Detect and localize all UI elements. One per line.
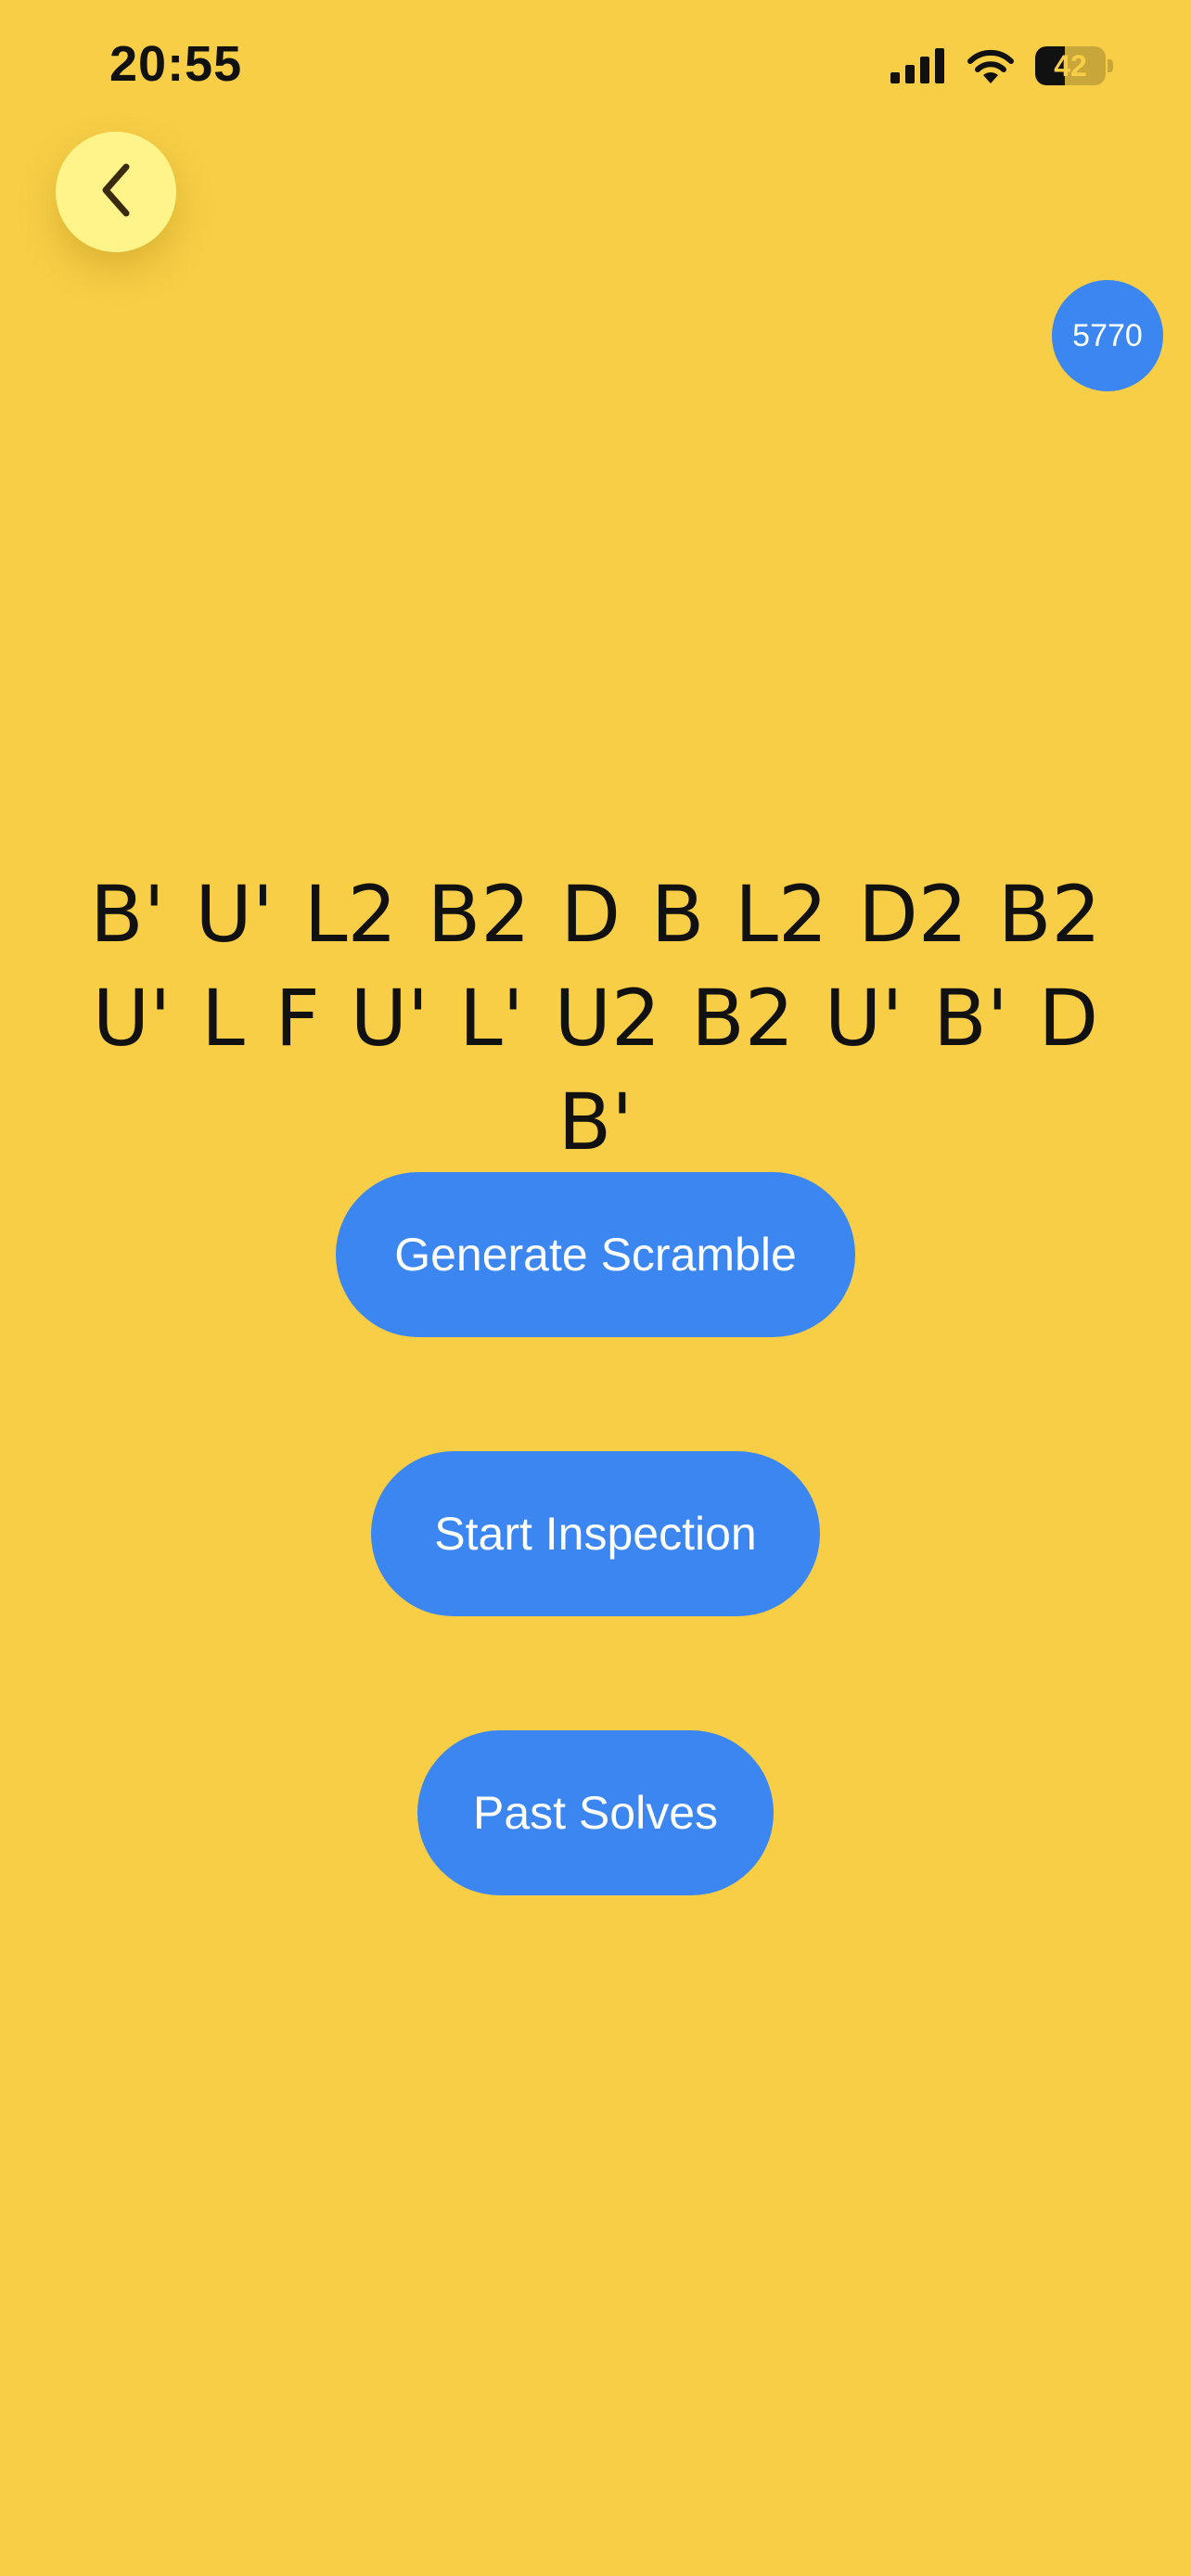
status-bar: 20:55 42	[0, 0, 1191, 130]
solve-count-badge: 5770	[1052, 280, 1163, 391]
generate-scramble-button[interactable]: Generate Scramble	[336, 1172, 855, 1337]
battery-level: 42	[1054, 49, 1087, 83]
status-time: 20:55	[109, 36, 243, 92]
scramble-text: B' U' L2 B2 D B L2 D2 B2 U' L F U' L' U2…	[90, 869, 1101, 1167]
battery-icon: 42	[1035, 46, 1113, 85]
wifi-icon	[967, 48, 1015, 83]
chevron-left-icon	[93, 158, 139, 227]
past-solves-button[interactable]: Past Solves	[417, 1730, 774, 1895]
back-button[interactable]	[56, 132, 176, 252]
start-inspection-button[interactable]: Start Inspection	[371, 1451, 820, 1616]
battery-cap	[1108, 59, 1113, 72]
signal-icon	[890, 48, 946, 83]
status-icons: 42	[890, 46, 1113, 85]
